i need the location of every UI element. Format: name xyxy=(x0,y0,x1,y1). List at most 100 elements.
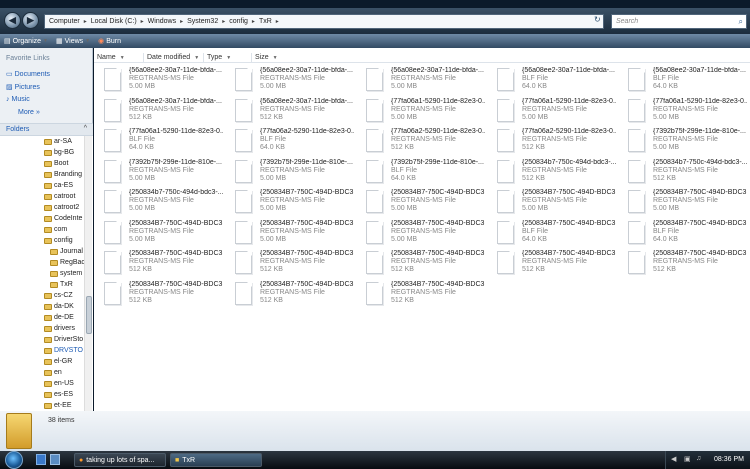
tree-node[interactable]: Branding xyxy=(44,171,82,178)
tree-node[interactable]: ca-ES xyxy=(44,182,73,189)
refresh-icon[interactable]: ↻ xyxy=(594,15,601,24)
file-tile[interactable]: {56a08ee2-30a7-11de-bfda-... REGTRANS-MS … xyxy=(96,67,224,95)
file-tile[interactable]: {7392b75f-299e-11de-810e-... BLF File 64.0… xyxy=(358,159,486,187)
file-tile[interactable]: {77fa06a1-5290-11de-82e3-0... BLF File 64.… xyxy=(96,128,224,156)
tree-node[interactable]: Boot xyxy=(44,160,68,167)
show-desktop-icon[interactable] xyxy=(36,454,46,465)
file-tile[interactable]: {250834B7-750C-494D-BDC3... REGTRANS-MS F… xyxy=(620,250,748,278)
file-tile[interactable]: {250834B7-750C-494D-BDC3... REGTRANS-MS F… xyxy=(96,220,224,248)
file-tile[interactable]: {250834B7-750C-494D-BDC3... REGTRANS-MS F… xyxy=(358,189,486,217)
tree-node[interactable]: RegBac xyxy=(50,259,85,266)
views-button[interactable]: ▦ Views ▼ xyxy=(56,37,90,46)
tree-node[interactable]: CodeInte xyxy=(44,215,82,222)
tree-node[interactable]: es-ES xyxy=(44,391,73,398)
file-tile[interactable]: {250834B7-750C-494D-BDC3... REGTRANS-MS F… xyxy=(489,250,617,278)
file-tile[interactable]: {56a08ee2-30a7-11de-bfda-... BLF File 64.0… xyxy=(489,67,617,95)
organize-button[interactable]: ▤ Organize ▼ xyxy=(4,37,48,46)
file-tile[interactable]: {250834B7-750C-494D-BDC3... REGTRANS-MS F… xyxy=(96,281,224,309)
search-icon[interactable]: ⌕ xyxy=(739,17,743,27)
file-tile[interactable]: {56a08ee2-30a7-11de-bfda-... REGTRANS-MS … xyxy=(358,67,486,95)
file-tile[interactable]: {7392b75f-299e-11de-810e-... REGTRANS-MS … xyxy=(620,128,748,156)
column-size[interactable]: Size ▼ xyxy=(252,53,300,62)
file-tile[interactable]: {56a08ee2-30a7-11de-bfda-... REGTRANS-MS … xyxy=(227,67,355,95)
file-tile[interactable]: {250834B7-750C-494D-BDC3... REGTRANS-MS F… xyxy=(358,220,486,248)
file-tile[interactable]: {250834B7-750C-494D-BDC3... REGTRANS-MS F… xyxy=(96,250,224,278)
file-tile[interactable]: {56a08ee2-30a7-11de-bfda-... BLF File 64.0… xyxy=(620,67,748,95)
file-tile[interactable]: {250834B7-750C-494D-BDC3... REGTRANS-MS F… xyxy=(620,189,748,217)
breadcrumb-item[interactable]: Computer xyxy=(49,18,80,25)
taskbar-button-explorer[interactable]: ■ TxR xyxy=(170,453,262,467)
switch-windows-icon[interactable] xyxy=(50,454,60,465)
file-tile[interactable]: {250834B7-750C-494D-BDC3... REGTRANS-MS F… xyxy=(489,189,617,217)
taskbar-button-firefox[interactable]: ● taking up lots of spa... xyxy=(74,453,166,467)
file-tile[interactable]: {77fa06a2-5290-11de-82e3-0... REGTRANS-MS… xyxy=(358,128,486,156)
tree-scrollbar[interactable] xyxy=(84,136,92,411)
file-tile[interactable]: {250834b7-750c-494d-bdc3-... REGTRANS-MS … xyxy=(96,189,224,217)
folders-header[interactable]: Folders ^ xyxy=(0,123,93,136)
file-tile[interactable]: {56a08ee2-30a7-11de-bfda-... REGTRANS-MS … xyxy=(96,98,224,126)
column-date-modified[interactable]: Date modified ▼ xyxy=(144,53,204,62)
fav-more[interactable]: More» xyxy=(18,109,40,116)
tree-node[interactable]: et-EE xyxy=(44,402,72,409)
file-tile[interactable]: {250834B7-750C-494D-BDC3... REGTRANS-MS F… xyxy=(358,281,486,309)
file-tile[interactable]: {250834B7-750C-494D-BDC3... REGTRANS-MS F… xyxy=(227,220,355,248)
file-tile[interactable]: {250834B7-750C-494D-BDC3... BLF File 64.0 … xyxy=(620,220,748,248)
start-button[interactable] xyxy=(5,451,23,469)
tree-node[interactable]: Journal xyxy=(50,248,83,255)
fav-pictures[interactable]: ▨ Pictures xyxy=(6,83,40,92)
tree-node[interactable]: da-DK xyxy=(44,303,74,310)
tree-node[interactable]: TxR xyxy=(50,281,73,288)
tree-node[interactable]: drivers xyxy=(44,325,75,332)
file-tile[interactable]: {250834B7-750C-494D-BDC3... REGTRANS-MS F… xyxy=(227,189,355,217)
folder-icon xyxy=(44,358,52,365)
tree-node[interactable]: en xyxy=(44,369,62,376)
file-tile[interactable]: {7392b75f-299e-11de-810e-... REGTRANS-MS … xyxy=(96,159,224,187)
tree-node[interactable]: DRVSTO xyxy=(44,347,83,354)
tree-node[interactable]: bg-BG xyxy=(44,149,74,156)
file-tile[interactable]: {250834B7-750C-494D-BDC3... REGTRANS-MS F… xyxy=(227,250,355,278)
fav-music[interactable]: ♪ Music xyxy=(6,96,30,103)
column-name[interactable]: Name ▼ xyxy=(94,53,144,62)
tray-expand-icon[interactable]: ◀ xyxy=(671,455,676,463)
file-tile[interactable]: {250834B7-750C-494D-BDC3... BLF File 64.0 … xyxy=(489,220,617,248)
breadcrumb-item[interactable]: System32 xyxy=(187,18,218,25)
tree-node[interactable]: en-US xyxy=(44,380,74,387)
file-size: 5.00 MB xyxy=(653,144,680,151)
clock[interactable]: 08:36 PM xyxy=(714,456,744,463)
breadcrumb-item[interactable]: Windows xyxy=(148,18,176,25)
column-type[interactable]: Type ▼ xyxy=(204,53,252,62)
tree-node[interactable]: system xyxy=(50,270,82,277)
file-tile[interactable]: {77fa06a2-5290-11de-82e3-0... BLF File 64.… xyxy=(227,128,355,156)
breadcrumb-item[interactable]: TxR xyxy=(259,18,272,25)
file-tile[interactable]: {250834b7-750c-494d-bdc3-... REGTRANS-MS … xyxy=(620,159,748,187)
volume-icon[interactable]: ♫ xyxy=(696,455,701,462)
burn-button[interactable]: ◉ Burn xyxy=(98,37,121,46)
tree-node[interactable]: config xyxy=(44,237,73,244)
breadcrumb[interactable]: Computer ▸ Local Disk (C:) ▸ Windows ▸ Syst… xyxy=(44,14,604,29)
forward-button[interactable]: ▶ xyxy=(22,12,39,29)
file-tile[interactable]: {77fa06a1-5290-11de-82e3-0... REGTRANS-MS… xyxy=(620,98,748,126)
file-tile[interactable]: {56a08ee2-30a7-11de-bfda-... REGTRANS-MS … xyxy=(227,98,355,126)
tree-node[interactable]: de-DE xyxy=(44,314,74,321)
tree-node[interactable]: catroot2 xyxy=(44,204,79,211)
file-tile[interactable]: {77fa06a1-5290-11de-82e3-0... REGTRANS-MS… xyxy=(489,98,617,126)
tree-node[interactable]: DriverSto xyxy=(44,336,83,343)
fav-documents[interactable]: ▭ Documents xyxy=(6,70,50,79)
tree-node[interactable]: com xyxy=(44,226,67,233)
file-tile[interactable]: {77fa06a1-5290-11de-82e3-0... REGTRANS-MS… xyxy=(358,98,486,126)
back-button[interactable]: ◀ xyxy=(4,12,21,29)
file-tile[interactable]: {250834b7-750c-494d-bdc3-... REGTRANS-MS … xyxy=(489,159,617,187)
breadcrumb-item[interactable]: config xyxy=(229,18,248,25)
file-tile[interactable]: {250834B7-750C-494D-BDC3... REGTRANS-MS F… xyxy=(358,250,486,278)
network-icon[interactable]: ▣ xyxy=(684,455,691,463)
search-input[interactable]: Search ⌕ xyxy=(611,14,747,29)
file-tile[interactable]: {77fa06a2-5290-11de-82e3-0... REGTRANS-MS… xyxy=(489,128,617,156)
tree-node[interactable]: cs-CZ xyxy=(44,292,73,299)
tree-node[interactable]: ar-SA xyxy=(44,138,72,145)
tree-node[interactable]: el-GR xyxy=(44,358,72,365)
file-tile[interactable]: {250834B7-750C-494D-BDC3... REGTRANS-MS F… xyxy=(227,281,355,309)
tree-node[interactable]: catroot xyxy=(44,193,75,200)
file-tile[interactable]: {7392b75f-299e-11de-810e-... REGTRANS-MS … xyxy=(227,159,355,187)
tree-scrollbar-thumb[interactable] xyxy=(86,296,92,334)
breadcrumb-item[interactable]: Local Disk (C:) xyxy=(91,18,137,25)
